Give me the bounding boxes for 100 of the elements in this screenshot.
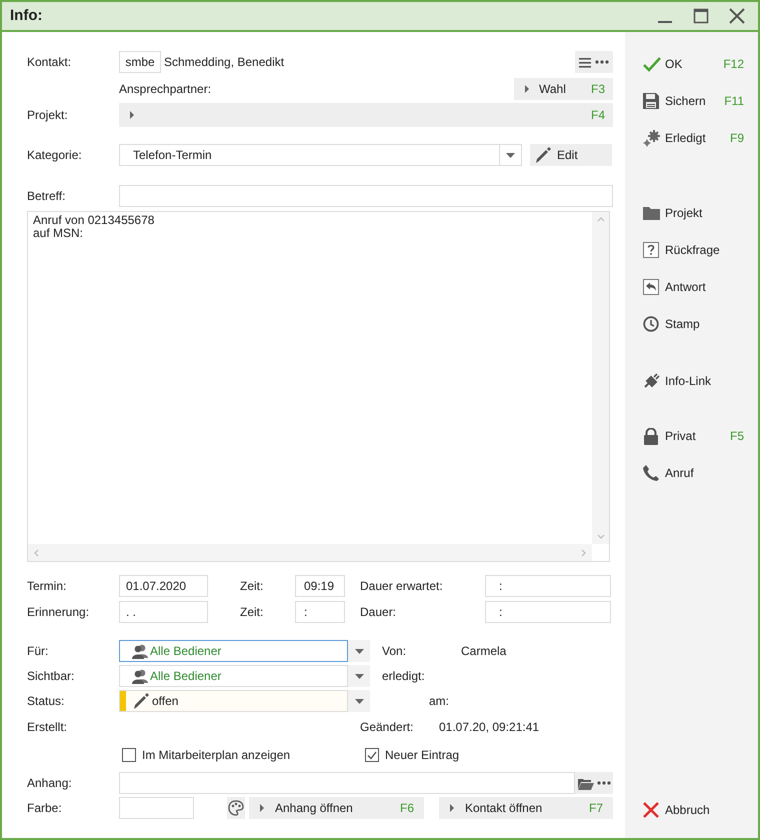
horizontal-scrollbar[interactable] [28,544,592,561]
scroll-right-icon [581,548,587,556]
field-label: Sichtbar: [27,668,76,685]
visibility-dropdown[interactable]: Alle Bediener [119,665,348,687]
check-icon [643,56,661,72]
edit-button[interactable]: Edit [530,144,612,166]
caret-icon [259,803,265,813]
field-label: Geändert: [360,719,414,736]
sidebar-button[interactable]: Sichern F11 [643,90,744,112]
dropdown-arrow-icon [506,152,515,158]
attachment-field[interactable] [119,772,575,794]
dropdown-arrow-icon [354,648,364,654]
people-icon [132,668,148,684]
open-contact-button[interactable]: Kontakt öffnen F7 [439,797,613,819]
sidebar-button[interactable]: Projekt [643,202,744,224]
more-icon [596,781,610,785]
more-icon [595,60,609,64]
pencil-icon [132,692,150,710]
dropdown-button[interactable] [348,690,370,712]
date-field[interactable]: . . [119,601,208,623]
gears-icon [643,130,660,146]
field-label: Erinnerung: [27,604,90,621]
sidebar-button[interactable]: Anruf [643,462,744,484]
cancel-button[interactable]: Abbruch [643,799,744,821]
assignee-dropdown[interactable]: Alle Bediener [119,640,348,662]
field-label: Zeit: [240,578,264,595]
choose-button[interactable]: Wahl F3 [514,78,613,100]
subject-field[interactable] [119,185,613,207]
field-label: Farbe: [27,800,63,817]
attachment-buttons[interactable] [575,772,613,794]
checkbox[interactable] [365,748,379,762]
sidebar-button[interactable]: Erledigt F9 [643,127,744,149]
pencil-icon [534,146,552,164]
field-label: Für: [27,643,50,660]
sidebar-button[interactable]: Rückfrage [643,239,744,261]
caret-icon [449,803,455,813]
contact-code-field[interactable]: smbe [119,51,161,73]
sidebar-button[interactable]: OK F12 [643,53,744,75]
status-dropdown[interactable]: offen [119,690,348,712]
field-label: Dauer erwartet: [360,578,444,595]
field-label: Kategorie: [27,147,83,164]
field-label: erledigt: [382,668,425,685]
toolbar-buttons[interactable] [575,51,613,73]
scroll-up-icon [596,216,604,222]
scroll-left-icon [33,548,39,556]
clock-icon [643,316,659,332]
duration-field[interactable]: : [485,601,611,623]
text-line: auf MSN: [33,227,84,240]
plug-icon [643,373,660,389]
caret-icon [524,84,530,94]
field-label: Dauer: [360,604,398,621]
folder-icon [578,776,594,790]
field-label: Kontakt: [27,54,72,71]
field-label: Von: [382,643,408,660]
dropdown-button[interactable] [348,640,370,662]
field-label: Erstellt: [27,719,68,736]
menu-icon [579,56,591,68]
category-dropdown[interactable]: Telefon-Termin [119,144,522,166]
people-icon [132,644,148,658]
sidebar-button[interactable]: Antwort [643,276,744,298]
sidebar-button[interactable]: Stamp [643,313,744,335]
palette-icon [228,800,244,816]
field-label: Betreff: [27,188,66,205]
field-label: Termin: [27,578,68,595]
checkbox[interactable] [122,748,136,762]
sidebar-button[interactable]: Info-Link [643,370,744,392]
field-label: Status: [27,693,66,710]
open-attachment-button[interactable]: Anhang öffnen F6 [249,797,424,819]
field-label: Zeit: [240,604,264,621]
duration-field[interactable]: : [485,575,611,597]
dropdown-arrow-icon [354,674,364,678]
color-field[interactable] [119,797,194,819]
time-field[interactable]: 09:19 [295,575,345,597]
minimize-icon [658,21,672,23]
sidebar-button[interactable]: Privat F5 [643,425,744,447]
palette-button[interactable] [227,797,245,819]
field-label: Ansprechpartner: [119,81,212,98]
field-label: Anhang: [27,775,73,792]
contact-name: Schmedding, Benedikt [164,54,286,71]
author-name: Carmela [461,643,506,660]
window-title: Info: [10,6,44,26]
vertical-scrollbar[interactable] [592,212,609,544]
checkbox-label: Im Mitarbeiterplan anzeigen [142,747,290,764]
question-mark-icon [643,242,659,258]
text-line: Anruf von 0213455678 [33,214,156,227]
phone-icon [643,465,659,481]
checkbox-label: Neuer Eintrag [385,747,460,764]
maximize-icon [693,8,709,24]
notes-textarea[interactable]: Anruf von 0213455678 auf MSN: [27,211,610,562]
time-field[interactable]: : [295,601,345,623]
caret-icon [129,110,135,120]
field-label: am: [429,693,450,710]
date-field[interactable]: 01.07.2020 [119,575,208,597]
changed-timestamp: 01.07.20, 09:21:41 [439,719,540,736]
folder-icon [643,206,660,220]
close-icon [643,802,659,818]
field-label: Projekt: [27,107,69,124]
close-icon [729,8,745,24]
dropdown-arrow-icon [354,698,364,704]
dropdown-button[interactable] [348,665,370,687]
